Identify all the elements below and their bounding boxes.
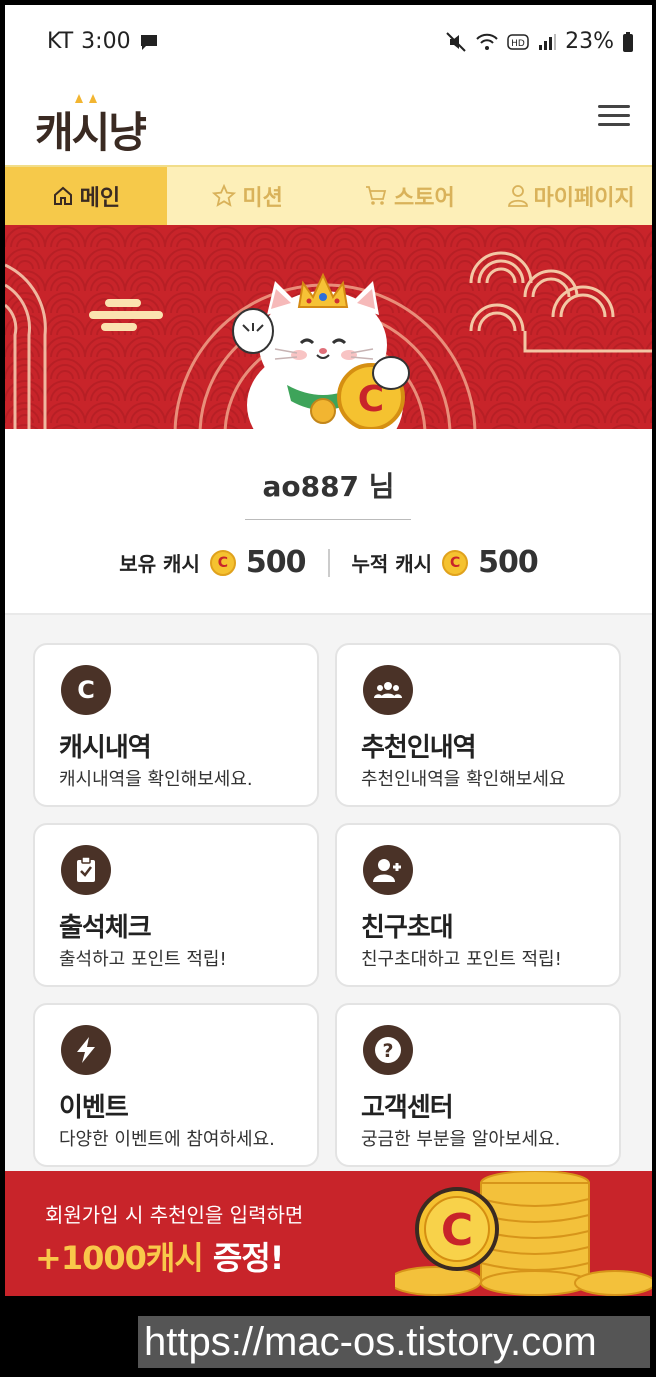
user-info-panel: ao887 님 보유 캐시 C 500 누적 캐시 C 500: [5, 429, 652, 615]
tab-label: 마이페이지: [533, 186, 635, 211]
card-desc: 궁금한 부분을 알아보세요.: [361, 1129, 561, 1150]
total-cash-label: 누적 캐시: [351, 552, 433, 576]
tab-mission[interactable]: 미션: [167, 167, 329, 225]
menu-line: [598, 123, 630, 126]
hd-icon: HD: [507, 33, 529, 50]
menu-card-customer-center[interactable]: ? 고객센터 궁금한 부분을 알아보세요.: [335, 1003, 621, 1167]
card-title: 추천인내역: [361, 733, 477, 763]
battery-icon: [623, 31, 633, 52]
card-title: 친구초대: [361, 913, 454, 943]
card-desc: 친구초대하고 포인트 적립!: [361, 949, 562, 970]
card-desc: 출석하고 포인트 적립!: [59, 949, 227, 970]
phone-screen: KT 3:00 HD 23% 캐시냥 메인 미션 스토어 마이페이지 C ao8…: [5, 5, 652, 1296]
card-desc: 캐시내역을 확인해보세요.: [59, 769, 253, 790]
menu-line: [598, 114, 630, 117]
promo-amount: +1000캐시: [35, 1239, 204, 1277]
clipboard-check-icon: [61, 845, 111, 895]
main-tabs: 메인 미션 스토어 마이페이지: [5, 165, 652, 225]
menu-card-referral-history[interactable]: 추천인내역 추천인내역을 확인해보세요: [335, 643, 621, 807]
mute-icon: [446, 31, 466, 52]
clock: 3:00: [81, 29, 131, 54]
promo-coin-glyph: C: [441, 1205, 473, 1256]
svg-text:C: C: [77, 676, 95, 704]
status-left: KT 3:00: [47, 29, 159, 54]
cash-coin-icon: C: [61, 665, 111, 715]
coin-stack-illustration: C: [395, 1171, 652, 1296]
cart-icon: [366, 186, 387, 205]
tab-main[interactable]: 메인: [5, 167, 167, 225]
cash-summary: 보유 캐시 C 500 누적 캐시 C 500: [5, 545, 652, 580]
held-cash-label: 보유 캐시: [119, 552, 200, 576]
group-icon: [363, 665, 413, 715]
svg-text:HD: HD: [511, 39, 525, 49]
tab-label: 미션: [242, 186, 283, 211]
username: ao887 님: [262, 470, 395, 503]
home-icon: [53, 186, 72, 205]
menu-grid: C 캐시내역 캐시내역을 확인해보세요. 추천인내역 추천인내역을 확인해보세요…: [5, 615, 652, 1175]
carrier-label: KT: [47, 29, 74, 54]
svg-text:?: ?: [382, 1040, 393, 1062]
signup-promo-banner[interactable]: C 회원가입 시 추천인을 입력하면 +1000캐시 증정!: [5, 1171, 652, 1296]
total-cash-value: 500: [478, 545, 539, 580]
promo-line1: 회원가입 시 추천인을 입력하면: [45, 1203, 304, 1227]
card-desc: 추천인내역을 확인해보세요: [361, 769, 566, 790]
battery-percent: 23%: [565, 29, 614, 54]
divider: [327, 548, 330, 577]
add-user-icon: [363, 845, 413, 895]
promo-line2: +1000캐시 증정!: [35, 1233, 284, 1279]
watermark-url: https://mac-os.tistory.com: [138, 1316, 650, 1368]
signal-icon: [539, 33, 557, 50]
menu-line: [598, 105, 630, 108]
menu-card-invite-friends[interactable]: 친구초대 친구초대하고 포인트 적립!: [335, 823, 621, 987]
lightning-icon: [61, 1025, 111, 1075]
menu-card-cash-history[interactable]: C 캐시내역 캐시내역을 확인해보세요.: [33, 643, 319, 807]
card-title: 출석체크: [59, 913, 152, 943]
card-desc: 다양한 이벤트에 참여하세요.: [59, 1129, 275, 1150]
divider: [245, 519, 411, 520]
lucky-cat-banner-illustration: C: [5, 225, 652, 429]
chat-icon: [140, 34, 157, 50]
card-title: 고객센터: [361, 1093, 454, 1123]
tab-store[interactable]: 스토어: [329, 167, 491, 225]
promo-suffix: 증정!: [202, 1239, 284, 1277]
tab-label: 스토어: [394, 186, 455, 211]
tab-label: 메인: [79, 186, 121, 211]
hero-banner: C: [5, 225, 652, 429]
menu-card-attendance[interactable]: 출석체크 출석하고 포인트 적립!: [33, 823, 319, 987]
coin-icon: C: [209, 549, 236, 576]
question-icon: ?: [363, 1025, 413, 1075]
logo[interactable]: 캐시냥: [35, 91, 185, 157]
app-header: 캐시냥: [5, 77, 652, 165]
status-bar: KT 3:00 HD 23%: [5, 5, 652, 77]
tab-mypage[interactable]: 마이페이지: [490, 167, 652, 225]
hamburger-menu-button[interactable]: [598, 105, 630, 129]
menu-card-event[interactable]: 이벤트 다양한 이벤트에 참여하세요.: [33, 1003, 319, 1167]
user-icon: [507, 185, 528, 207]
card-title: 이벤트: [59, 1093, 129, 1123]
status-right: HD 23%: [445, 29, 634, 54]
wifi-icon: [476, 33, 498, 50]
held-cash-value: 500: [245, 545, 307, 580]
logo-text: 캐시냥: [35, 108, 147, 157]
coin-icon: C: [442, 549, 469, 576]
star-icon: [212, 184, 237, 207]
card-title: 캐시내역: [59, 733, 152, 763]
